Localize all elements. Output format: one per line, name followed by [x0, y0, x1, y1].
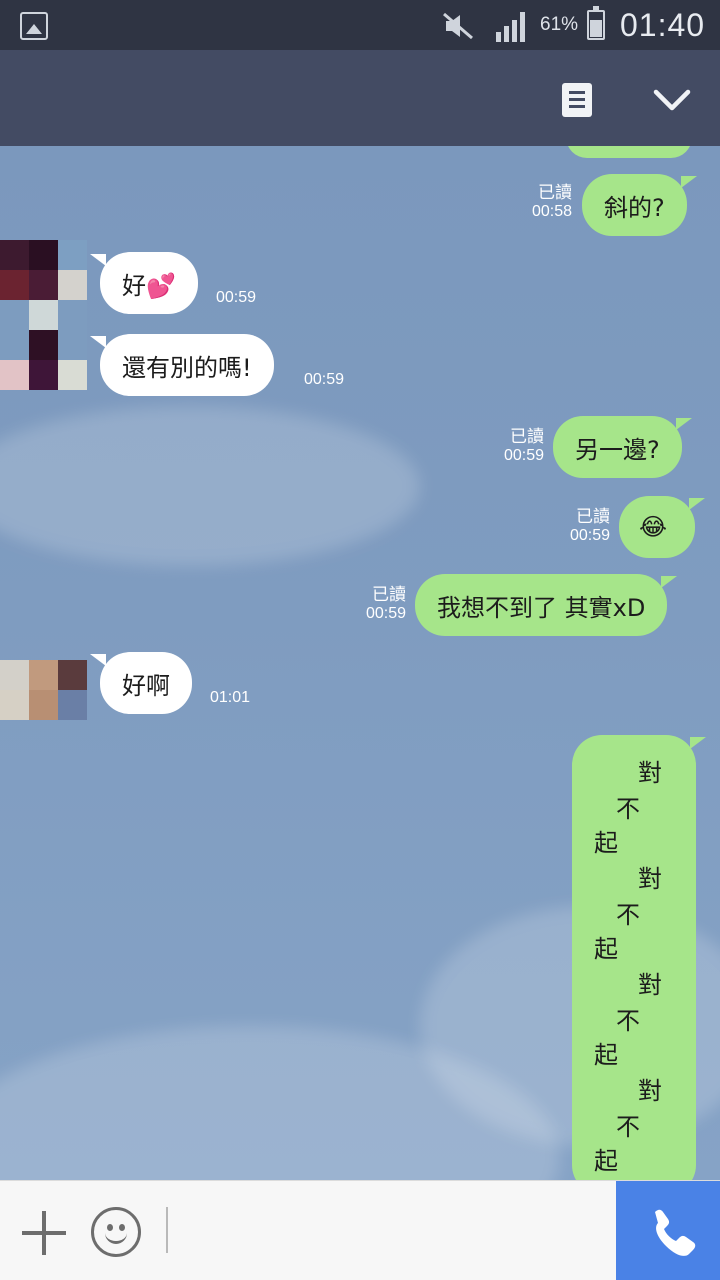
message-bubble-sent-emoji[interactable]: 😂	[619, 496, 705, 558]
message-meta: 已讀 00:59	[503, 427, 544, 464]
gallery-icon	[20, 12, 48, 40]
message-bubble-received[interactable]: 好啊	[90, 652, 192, 714]
message-char: 對	[638, 759, 662, 787]
message-char: 對	[638, 865, 662, 893]
battery-percent: 61%	[540, 14, 579, 35]
input-bar	[0, 1180, 720, 1280]
background-cloud	[0, 406, 420, 566]
status-bar: 61% 01:40	[0, 0, 720, 50]
message-meta: 已讀 00:59	[569, 507, 610, 544]
message-char: 起	[594, 829, 618, 857]
message-char: 起	[594, 1041, 618, 1069]
message-bubble-sent-vertical[interactable]: 對 不 起 對 不 起 對 不 起 對 不 起	[572, 735, 706, 1180]
message-time: 00:59	[216, 289, 257, 306]
clock: 01:40	[620, 7, 706, 43]
chat-area[interactable]: 已讀 00:58 斜的? 好💕 00:59 還有別的嗎! 00:59 已讀 00…	[0, 146, 720, 1180]
avatar-bottom	[0, 300, 87, 330]
message-char: 不	[616, 901, 640, 929]
avatar[interactable]	[0, 660, 87, 720]
message-char: 對	[638, 1077, 662, 1105]
message-time: 00:59	[304, 371, 345, 388]
message-bubble-sent[interactable]: 另一邊?	[553, 416, 692, 478]
message-bubble-sent[interactable]: 我想不到了 其實xD	[415, 574, 678, 636]
mute-icon	[443, 12, 473, 40]
message-char: 不	[616, 1007, 640, 1035]
message-char: 對	[638, 971, 662, 999]
message-meta: 已讀 00:59	[365, 585, 406, 622]
message-meta: 已讀 00:58	[531, 183, 572, 220]
message-char: 起	[594, 935, 618, 963]
emoji-icon[interactable]	[91, 1207, 141, 1257]
message-char: 起	[594, 1147, 618, 1175]
message-char: 不	[616, 795, 640, 823]
avatar[interactable]	[0, 330, 87, 390]
call-button[interactable]	[616, 1181, 720, 1280]
battery-icon	[587, 6, 605, 40]
message-bubble-received[interactable]: 還有別的嗎!	[90, 334, 274, 396]
avatar[interactable]	[0, 240, 87, 300]
message-bubble-sent[interactable]: 斜的?	[582, 174, 697, 236]
message-bubble-received[interactable]: 好💕	[90, 252, 198, 314]
plus-icon[interactable]	[22, 1211, 66, 1255]
message-bubble-sent-partial[interactable]	[566, 146, 692, 158]
chevron-down-icon[interactable]	[652, 80, 692, 120]
message-char: 不	[616, 1113, 640, 1141]
note-icon[interactable]	[562, 83, 592, 117]
phone-icon	[655, 1209, 696, 1256]
signal-icon	[496, 12, 525, 42]
input-divider	[166, 1207, 168, 1253]
chat-header	[0, 50, 720, 146]
message-time: 01:01	[210, 689, 251, 706]
